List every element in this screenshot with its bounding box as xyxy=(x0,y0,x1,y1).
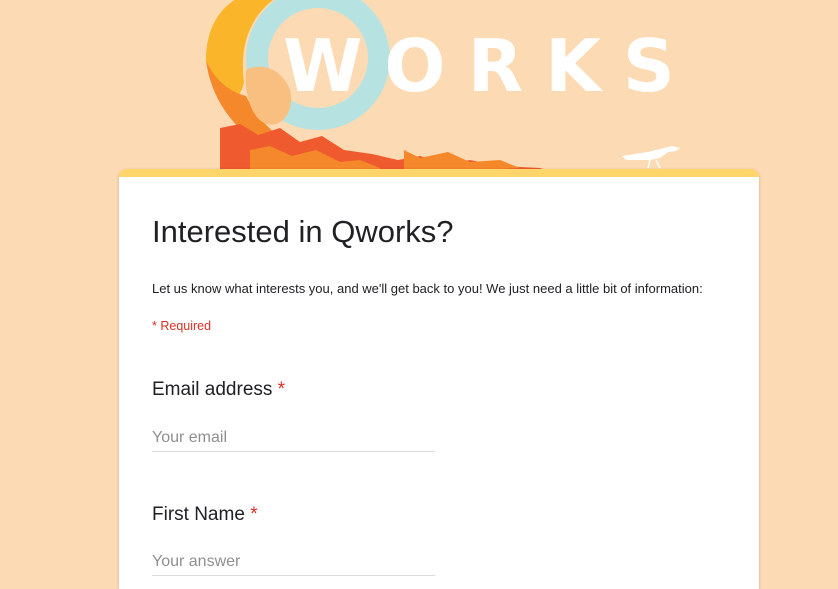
form-description: Let us know what interests you, and we'l… xyxy=(152,281,703,296)
first-name-question-label: First Name * xyxy=(152,504,258,526)
email-label-text: Email address xyxy=(152,379,273,400)
email-field[interactable] xyxy=(152,429,435,452)
required-asterisk: * xyxy=(250,504,258,525)
email-question-label: Email address * xyxy=(152,379,285,401)
form-card: Interested in Qworks? Let us know what i… xyxy=(119,169,759,589)
first-name-label-text: First Name xyxy=(152,504,245,525)
first-name-field[interactable] xyxy=(152,553,435,576)
required-note: * Required xyxy=(152,319,212,333)
form-header-banner: WORKS xyxy=(0,0,838,175)
logo-wordmark: WORKS xyxy=(283,24,697,108)
required-asterisk: * xyxy=(277,379,286,400)
form-title: Interested in Qworks? xyxy=(152,214,454,249)
